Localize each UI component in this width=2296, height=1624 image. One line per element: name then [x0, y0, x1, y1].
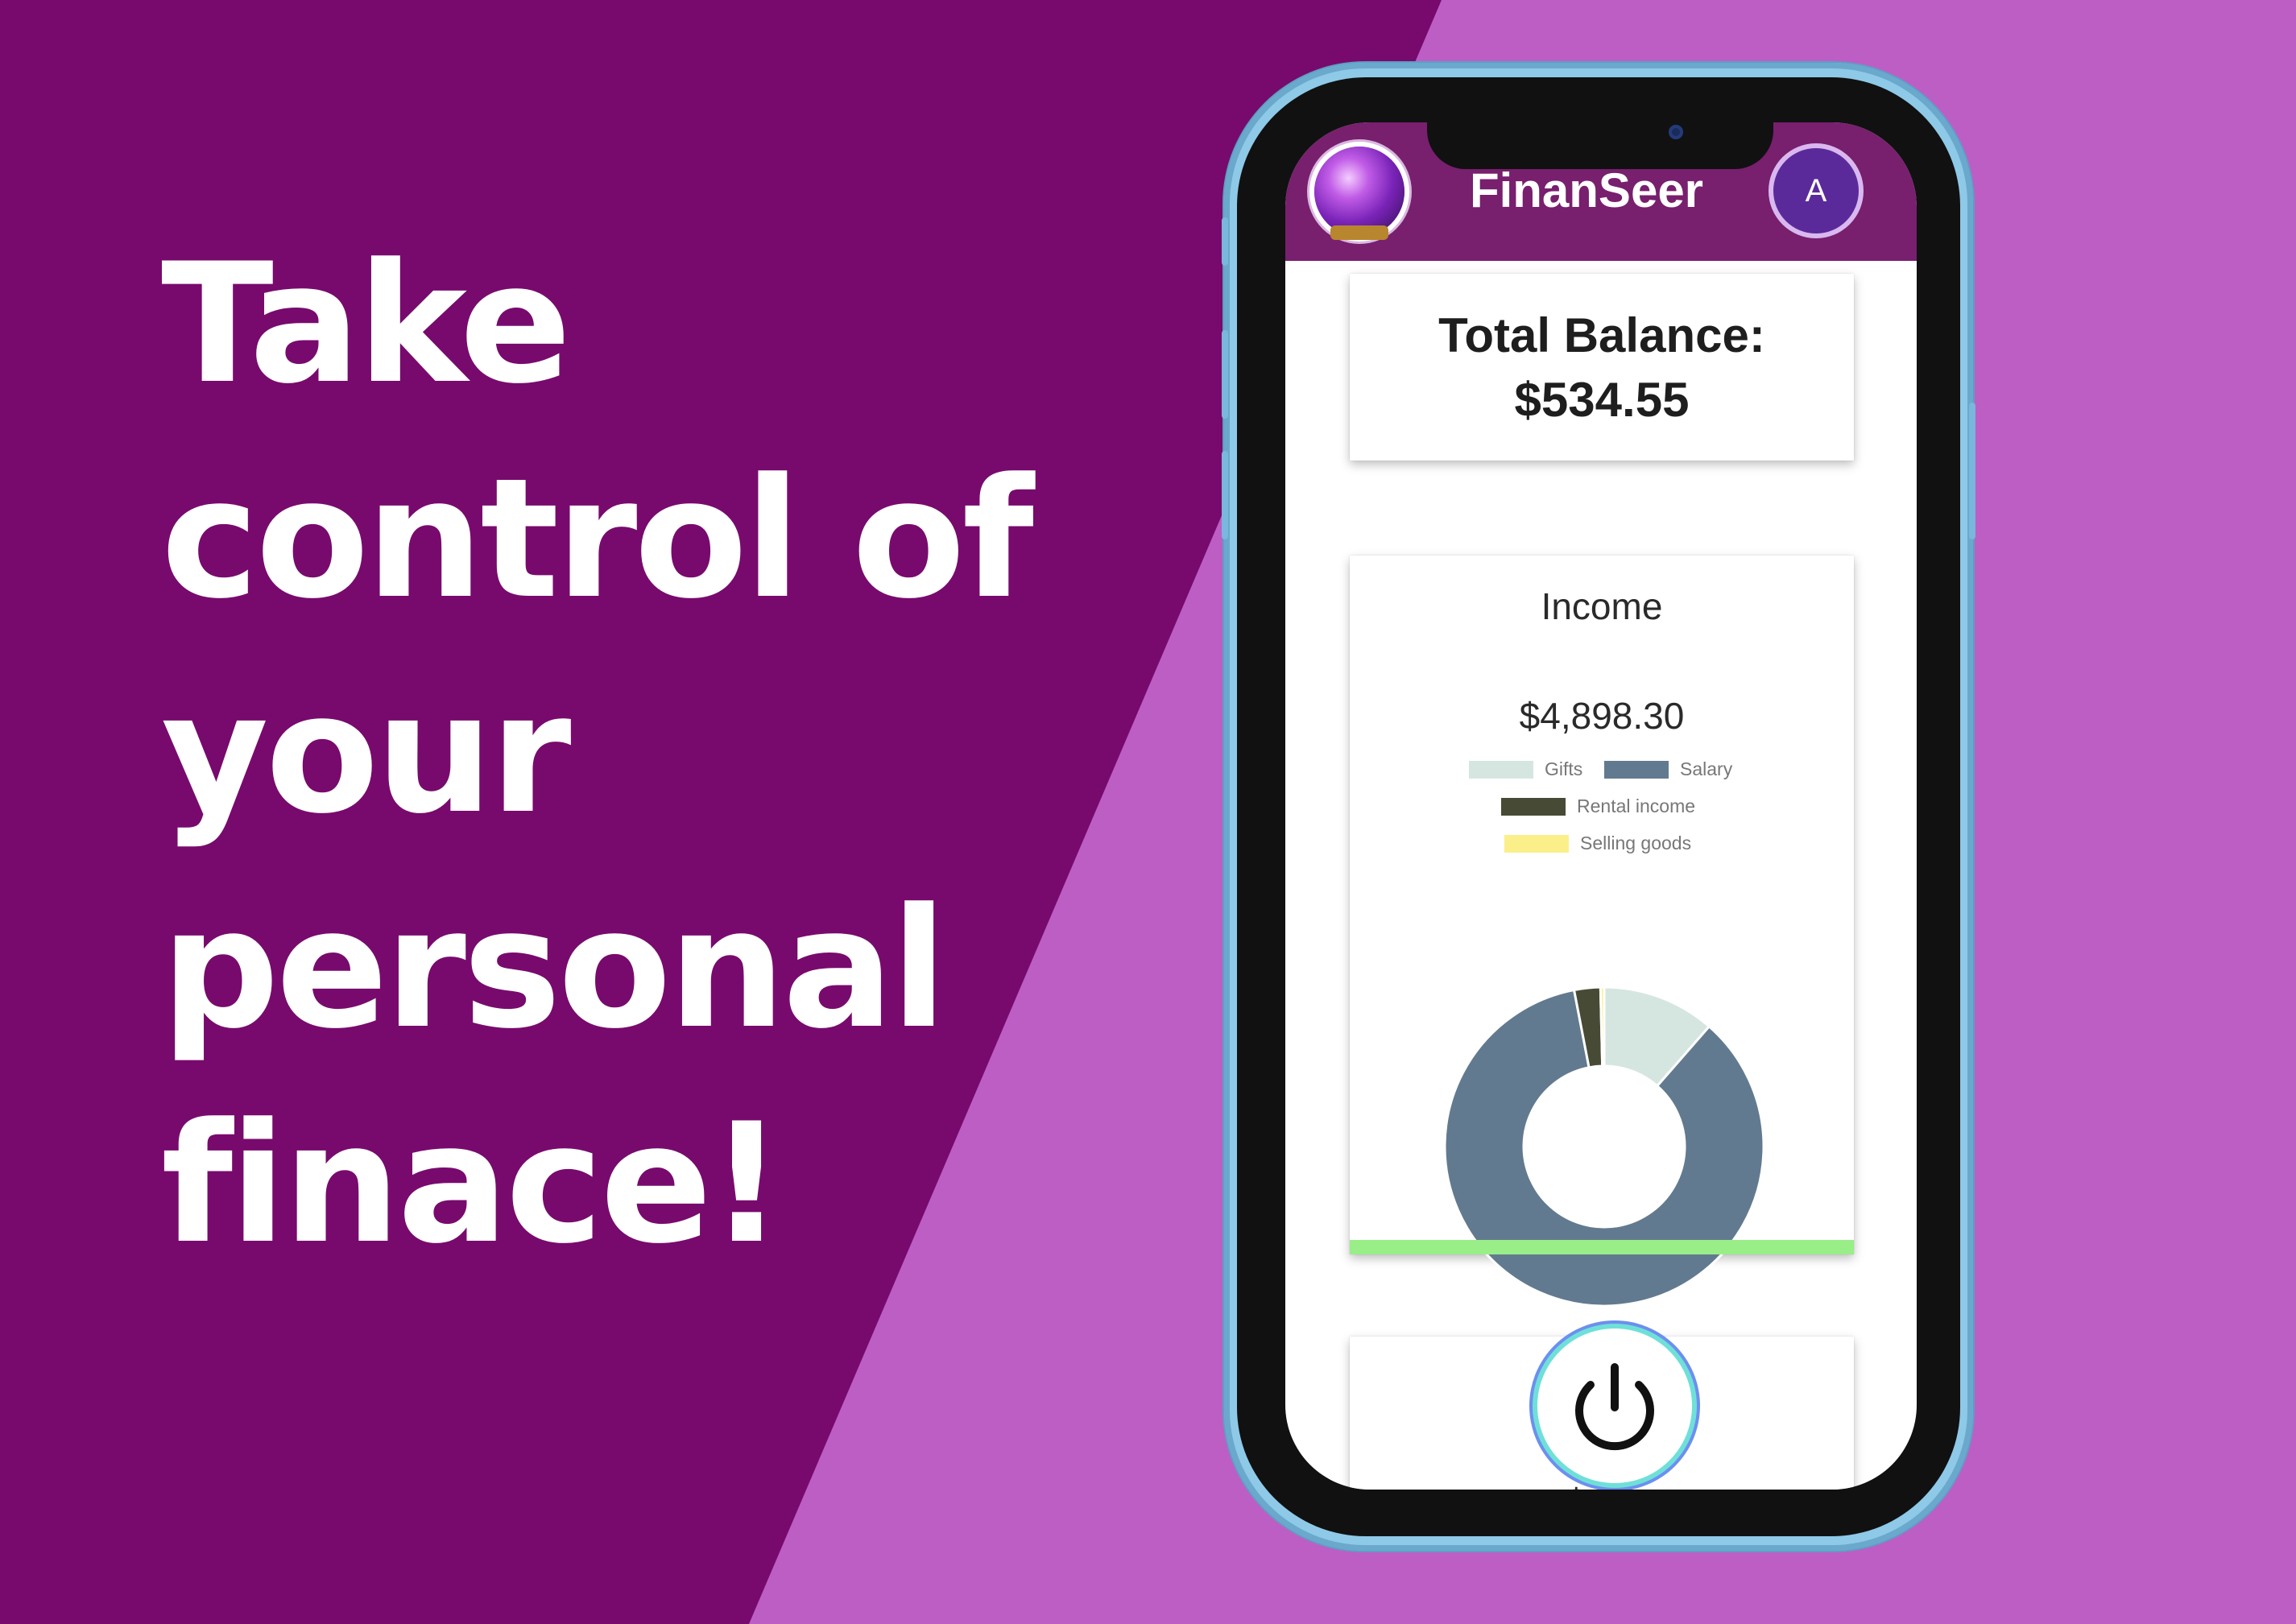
power-button[interactable] [1537, 1329, 1692, 1483]
legend-swatch-gifts [1469, 760, 1533, 779]
legend-label: Selling goods [1580, 833, 1692, 853]
legend-label: Rental income [1577, 795, 1696, 816]
income-accent-bar [1350, 1240, 1854, 1254]
volume-up-button [1222, 330, 1228, 419]
phone-screen: FinanSeer A Total Balance: $534.55 Incom… [1285, 122, 1917, 1490]
income-title: Income [1541, 585, 1663, 627]
legend-swatch-rental-income [1501, 797, 1566, 816]
headline-line: control of [161, 444, 1034, 635]
legend-swatch-salary [1604, 760, 1669, 779]
avatar[interactable]: A [1773, 148, 1859, 233]
app-title: FinanSeer [1469, 163, 1704, 217]
headline-line: Take [161, 229, 572, 420]
legend-item-rental-income[interactable]: Rental income [1501, 795, 1695, 817]
legend-label: Salary [1680, 758, 1733, 779]
headline-line: your [161, 659, 572, 850]
power-side-button [1969, 403, 1975, 539]
balance-amount: $534.55 [1514, 373, 1690, 427]
donut-slice-selling-goods[interactable] [1599, 986, 1606, 1068]
crystal-ball-icon[interactable] [1314, 147, 1404, 240]
phone-notch [1427, 119, 1773, 169]
camera-icon [1669, 125, 1683, 139]
legend-item-selling-goods[interactable]: Selling goods [1504, 833, 1691, 854]
volume-down-button [1222, 451, 1228, 539]
headline-line: finace! [161, 1089, 784, 1280]
income-donut-chart[interactable] [1443, 986, 1765, 1308]
income-card[interactable]: Income $4,898.30 Gifts Salary Rental inc… [1350, 556, 1854, 1308]
headline: Take control of your personal finace! [161, 217, 1034, 1292]
balance-label: Total Balance: [1438, 308, 1765, 362]
balance-card: Total Balance: $534.55 [1350, 274, 1854, 461]
legend-item-salary[interactable]: Salary [1604, 758, 1732, 780]
side-button [1222, 217, 1228, 266]
power-icon [1575, 1363, 1654, 1451]
headline-line: personal [161, 874, 947, 1065]
legend-label: Gifts [1545, 758, 1583, 779]
legend-swatch-selling-goods [1504, 834, 1569, 853]
legend-item-gifts[interactable]: Gifts [1469, 758, 1582, 780]
income-total: $4,898.30 [1519, 695, 1685, 737]
